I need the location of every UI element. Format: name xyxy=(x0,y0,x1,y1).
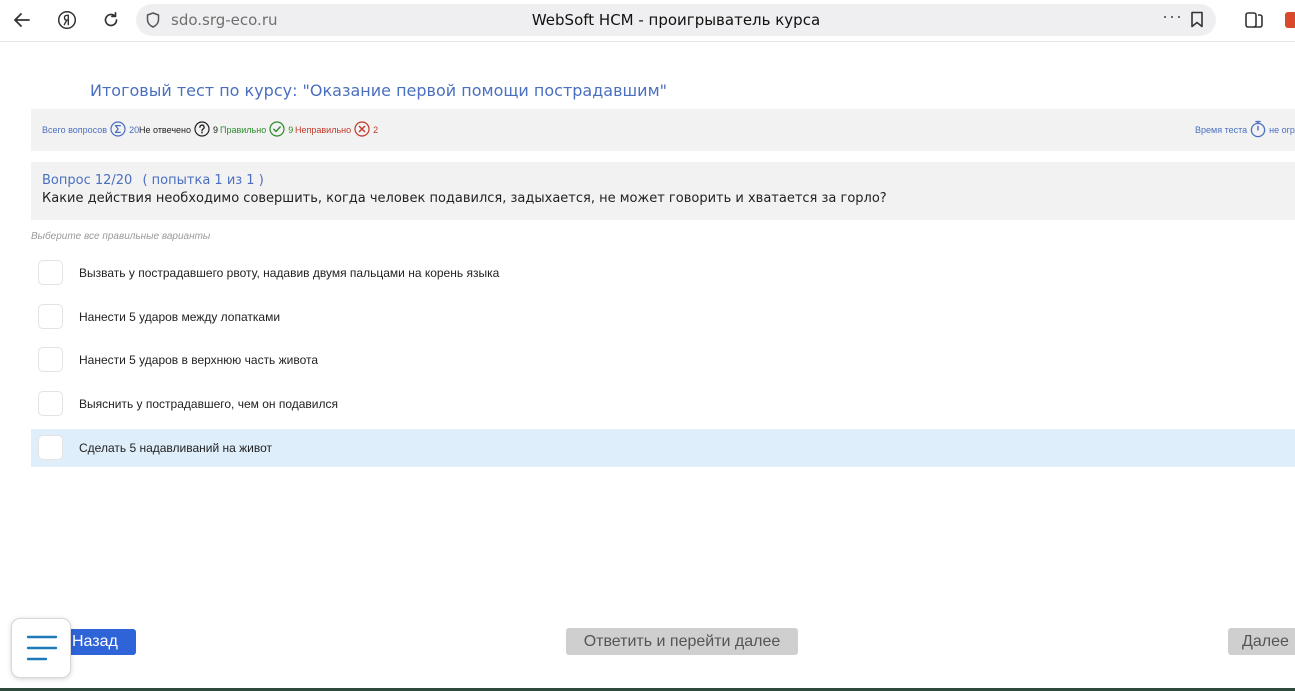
stat-total-value: 20 xyxy=(129,125,140,135)
check-circle-icon xyxy=(269,121,285,139)
answer-checkbox[interactable] xyxy=(38,391,63,416)
answer-hint: Выберите все правильные варианты xyxy=(31,231,211,242)
reload-icon[interactable] xyxy=(98,7,124,33)
answer-option-hovered[interactable]: Сделать 5 надавливаний на живот xyxy=(31,429,1295,467)
question-block: Вопрос 12/20 ( попытка 1 из 1 ) Какие де… xyxy=(31,162,1295,220)
stat-correct-value: 9 xyxy=(288,125,294,135)
back-button[interactable]: Назад xyxy=(70,629,136,655)
answer-checkbox[interactable] xyxy=(38,347,63,372)
stat-unanswered-label: Не отвечено xyxy=(139,125,191,135)
extension-icon[interactable] xyxy=(1285,12,1295,28)
answer-option-label[interactable]: Нанести 5 ударов между лопатками xyxy=(79,310,280,324)
tabs-collections-icon[interactable] xyxy=(1241,7,1267,33)
question-number: Вопрос 12/20 ( попытка 1 из 1 ) xyxy=(42,173,264,188)
question-index: Вопрос 12/20 xyxy=(42,173,133,188)
answer-checkbox[interactable] xyxy=(38,435,63,460)
answer-option[interactable]: Вызвать у пострадавшего рвоту, надавив д… xyxy=(31,254,1295,292)
stat-total: Всего вопросов 20 xyxy=(42,121,140,139)
answer-option-label[interactable]: Нанести 5 ударов в верхнюю часть живота xyxy=(79,353,318,367)
page-tab-title: WebSoft HCM - проигрыватель курса xyxy=(531,11,821,29)
stat-test-time: Время теста не огра xyxy=(1195,120,1295,140)
question-mark-icon xyxy=(194,121,210,139)
stat-time-value: не огра xyxy=(1269,125,1295,135)
answer-option[interactable]: Выяснить у пострадавшего, чем он подавил… xyxy=(31,385,1295,423)
sum-icon xyxy=(110,121,126,139)
back-arrow-icon[interactable] xyxy=(9,7,35,33)
answer-option[interactable]: Нанести 5 ударов в верхнюю часть живота xyxy=(31,341,1295,379)
next-button[interactable]: Далее xyxy=(1228,628,1295,655)
browser-toolbar: sdo.srg-eco.ru WebSoft HCM - проигрывате… xyxy=(0,0,1295,42)
stat-incorrect-value: 2 xyxy=(373,125,379,135)
answer-option-label[interactable]: Сделать 5 надавливаний на живот xyxy=(79,441,272,455)
answer-checkbox[interactable] xyxy=(38,304,63,329)
answer-option-label[interactable]: Выяснить у пострадавшего, чем он подавил… xyxy=(79,397,338,411)
stat-total-label: Всего вопросов xyxy=(42,125,108,135)
course-menu-button[interactable] xyxy=(11,618,71,678)
stat-incorrect: Неправильно 2 xyxy=(295,121,379,139)
bookmark-icon[interactable] xyxy=(1190,11,1204,33)
answer-option-label[interactable]: Вызвать у пострадавшего рвоту, надавив д… xyxy=(79,266,499,280)
question-text: Какие действия необходимо совершить, ког… xyxy=(42,191,887,206)
x-circle-icon xyxy=(354,121,370,139)
answer-next-button[interactable]: Ответить и перейти далее xyxy=(566,628,798,655)
stat-unanswered: Не отвечено 9 xyxy=(139,121,219,139)
stopwatch-icon xyxy=(1250,120,1266,140)
answer-option[interactable]: Нанести 5 ударов между лопатками xyxy=(31,298,1295,336)
stat-correct-label: Правильно xyxy=(220,125,267,135)
address-bar[interactable]: sdo.srg-eco.ru WebSoft HCM - проигрывате… xyxy=(136,4,1216,36)
question-attempt: ( попытка 1 из 1 ) xyxy=(142,173,264,188)
answer-checkbox[interactable] xyxy=(38,260,63,285)
stat-incorrect-label: Неправильно xyxy=(295,125,352,135)
stat-unanswered-value: 9 xyxy=(213,125,219,135)
stat-correct: Правильно 9 xyxy=(220,121,294,139)
more-options-icon[interactable]: ··· xyxy=(1162,6,1183,27)
stat-time-label: Время теста xyxy=(1195,125,1248,135)
yandex-logo-icon[interactable] xyxy=(54,7,80,33)
hamburger-menu-icon[interactable] xyxy=(26,634,58,669)
test-stats-bar: Всего вопросов 20 Не отвечено 9 Правильн… xyxy=(31,109,1295,151)
test-title: Итоговый тест по курсу: "Оказание первой… xyxy=(90,81,667,100)
